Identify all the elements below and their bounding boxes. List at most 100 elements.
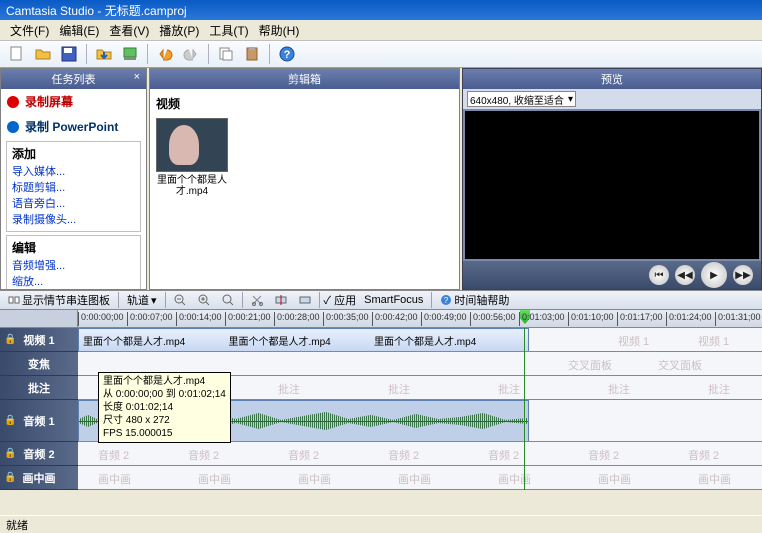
time-tick: 0:00:56;00 xyxy=(470,312,516,326)
tracks-label: 轨道 xyxy=(127,292,149,308)
lock-icon[interactable]: 🔒 xyxy=(4,415,16,426)
track-label-zoom[interactable]: 变焦 xyxy=(0,352,78,376)
svg-text:?: ? xyxy=(444,296,449,305)
record-ppt-icon xyxy=(7,121,19,133)
menu-edit[interactable]: 编辑(E) xyxy=(55,22,103,38)
app-title: Camtasia Studio - 无标题.camproj xyxy=(6,2,187,19)
smartfocus-button[interactable]: SmartFocus xyxy=(360,294,427,306)
record-camera-link[interactable]: 录制摄像头... xyxy=(12,212,135,228)
tracks-dropdown[interactable]: 轨道 ▾ xyxy=(123,292,161,308)
time-tick: 0:01:10;00 xyxy=(568,312,614,326)
time-tick: 0:01:03;00 xyxy=(519,312,565,326)
zoom-fit-button[interactable] xyxy=(218,294,238,306)
statusbar: 就绪 xyxy=(0,515,762,533)
produce-button[interactable] xyxy=(119,43,141,65)
edit-section: 编辑 音频增强... 缩放... 批注... 过渡效果... 标题... xyxy=(6,235,141,289)
paste-button[interactable] xyxy=(241,43,263,65)
undo-button[interactable] xyxy=(154,43,176,65)
menu-tools[interactable]: 工具(T) xyxy=(205,22,252,38)
open-button[interactable] xyxy=(32,43,54,65)
time-tick: 0:01:24;00 xyxy=(666,312,712,326)
clip-tooltip: 里面个个都是人才.mp4 从 0:00:00;00 到 0:01:02;14 长… xyxy=(98,372,231,443)
track-labels-column: 🔒视频 1 变焦 批注 🔒音频 1 🔒音频 2 🔒画中画 xyxy=(0,328,78,490)
tooltip-fps: FPS 15.000015 xyxy=(103,427,226,440)
time-tick: 0:00:07;00 xyxy=(127,312,173,326)
save-button[interactable] xyxy=(58,43,80,65)
timeline-toolbar: 显示情节串连图板 轨道 ▾ ✓ 应用 SmartFocus ? 时间轴帮助 xyxy=(0,290,762,310)
import-media-link[interactable]: 导入媒体... xyxy=(12,164,135,180)
preview-size-value: 640x480, 收缩至适合 xyxy=(470,92,564,107)
close-icon[interactable]: × xyxy=(134,71,140,83)
rewind-button[interactable]: ◀◀ xyxy=(675,265,695,285)
chevron-down-icon: ▾ xyxy=(151,294,157,307)
forward-button[interactable]: ▶▶ xyxy=(733,265,753,285)
menu-file[interactable]: 文件(F) xyxy=(6,22,53,38)
show-storyboard-button[interactable]: 显示情节串连图板 xyxy=(4,292,114,308)
menu-play[interactable]: 播放(P) xyxy=(155,22,203,38)
help-icon: ? xyxy=(440,294,452,306)
menu-help[interactable]: 帮助(H) xyxy=(255,22,304,38)
chevron-down-icon: ▾ xyxy=(568,94,573,105)
video1-track[interactable]: 里面个个都是人才.mp4 里面个个都是人才.mp4 里面个个都是人才.mp4 视… xyxy=(78,328,762,352)
audio-enhance-link[interactable]: 音频增强... xyxy=(12,258,135,274)
record-ppt-button[interactable]: 录制 PowerPoint xyxy=(1,114,146,139)
track-label-callout[interactable]: 批注 xyxy=(0,376,78,400)
new-button[interactable] xyxy=(6,43,28,65)
pip-track[interactable]: 画中画 画中画 画中画 画中画 画中画 画中画 画中画 xyxy=(78,466,762,490)
record-screen-button[interactable]: 录制屏幕 xyxy=(1,89,146,114)
svg-text:?: ? xyxy=(284,49,291,61)
apply-button[interactable]: ✓ 应用 xyxy=(324,292,357,308)
time-tick: 0:01:31;00 xyxy=(715,312,761,326)
menu-view[interactable]: 查看(V) xyxy=(105,22,153,38)
play-button[interactable]: ▶ xyxy=(701,262,727,288)
audio2-track[interactable]: 音频 2 音频 2 音频 2 音频 2 音频 2 音频 2 音频 2 xyxy=(78,442,762,466)
time-tick: 0:00:42;00 xyxy=(372,312,418,326)
preview-panel: 预览 640x480, 收缩至适合 ▾ ⏮ ◀◀ ▶ ▶▶ xyxy=(462,68,762,290)
tooltip-length: 长度 0:01:02;14 xyxy=(103,401,226,414)
zoom-out-button[interactable] xyxy=(170,294,190,306)
video-clip-1[interactable]: 里面个个都是人才.mp4 里面个个都是人才.mp4 里面个个都是人才.mp4 xyxy=(78,328,529,352)
smartfocus-label: SmartFocus xyxy=(364,294,423,306)
time-tick: 0:00:14;00 xyxy=(176,312,222,326)
clip-label: 里面个个都是人才.mp4 xyxy=(83,333,229,348)
titlebar: Camtasia Studio - 无标题.camproj xyxy=(0,0,762,20)
timeline-tracks: 🔒视频 1 变焦 批注 🔒音频 1 🔒音频 2 🔒画中画 里面个个都是人才.mp… xyxy=(0,328,762,490)
time-ruler[interactable]: 0:00:00;000:00:07;000:00:14;000:00:21;00… xyxy=(0,310,762,328)
clip-thumbnail[interactable]: 里面个个都是人才.mp4 xyxy=(156,118,228,197)
time-help-button[interactable]: ? 时间轴帮助 xyxy=(436,292,513,308)
lock-icon[interactable]: 🔒 xyxy=(4,334,16,345)
track-label-audio1[interactable]: 🔒音频 1 xyxy=(0,400,78,442)
split-button[interactable] xyxy=(271,294,291,306)
zoom-in-button[interactable] xyxy=(194,294,214,306)
preview-size-combo[interactable]: 640x480, 收缩至适合 ▾ xyxy=(467,91,576,107)
title-clip-link[interactable]: 标题剪辑... xyxy=(12,180,135,196)
cut-button[interactable] xyxy=(247,294,267,306)
tooltip-range: 从 0:00:00;00 到 0:01:02;14 xyxy=(103,388,226,401)
help-button[interactable]: ? xyxy=(276,43,298,65)
zoom-link[interactable]: 缩放... xyxy=(12,274,135,289)
track-content-area[interactable]: 里面个个都是人才.mp4 里面个个都是人才.mp4 里面个个都是人才.mp4 视… xyxy=(78,328,762,490)
time-tick: 0:00:49;00 xyxy=(421,312,467,326)
lock-icon[interactable]: 🔒 xyxy=(4,448,16,459)
main-area: 任务列表 × 录制屏幕 录制 PowerPoint 添加 导入媒体... 标题剪… xyxy=(0,68,762,290)
track-label-pip[interactable]: 🔒画中画 xyxy=(0,466,78,490)
track-label-audio2[interactable]: 🔒音频 2 xyxy=(0,442,78,466)
task-panel-title: 任务列表 xyxy=(52,74,96,86)
add-section: 添加 导入媒体... 标题剪辑... 语音旁白... 录制摄像头... xyxy=(6,141,141,232)
time-tick: 0:00:00;00 xyxy=(78,312,124,326)
add-section-title: 添加 xyxy=(12,145,135,162)
voice-narration-link[interactable]: 语音旁白... xyxy=(12,196,135,212)
lock-icon[interactable]: 🔒 xyxy=(4,472,16,483)
copy-button[interactable] xyxy=(215,43,237,65)
time-tick: 0:00:28;00 xyxy=(274,312,320,326)
import-button[interactable] xyxy=(93,43,115,65)
record-screen-label: 录制屏幕 xyxy=(25,93,73,110)
menubar: 文件(F) 编辑(E) 查看(V) 播放(P) 工具(T) 帮助(H) xyxy=(0,20,762,40)
fade-button[interactable] xyxy=(295,294,315,306)
track-label-video1[interactable]: 🔒视频 1 xyxy=(0,328,78,352)
time-tick: 0:00:21;00 xyxy=(225,312,271,326)
prev-button[interactable]: ⏮ xyxy=(649,265,669,285)
main-toolbar: ? xyxy=(0,40,762,68)
apply-label: 应用 xyxy=(334,295,356,307)
redo-button[interactable] xyxy=(180,43,202,65)
